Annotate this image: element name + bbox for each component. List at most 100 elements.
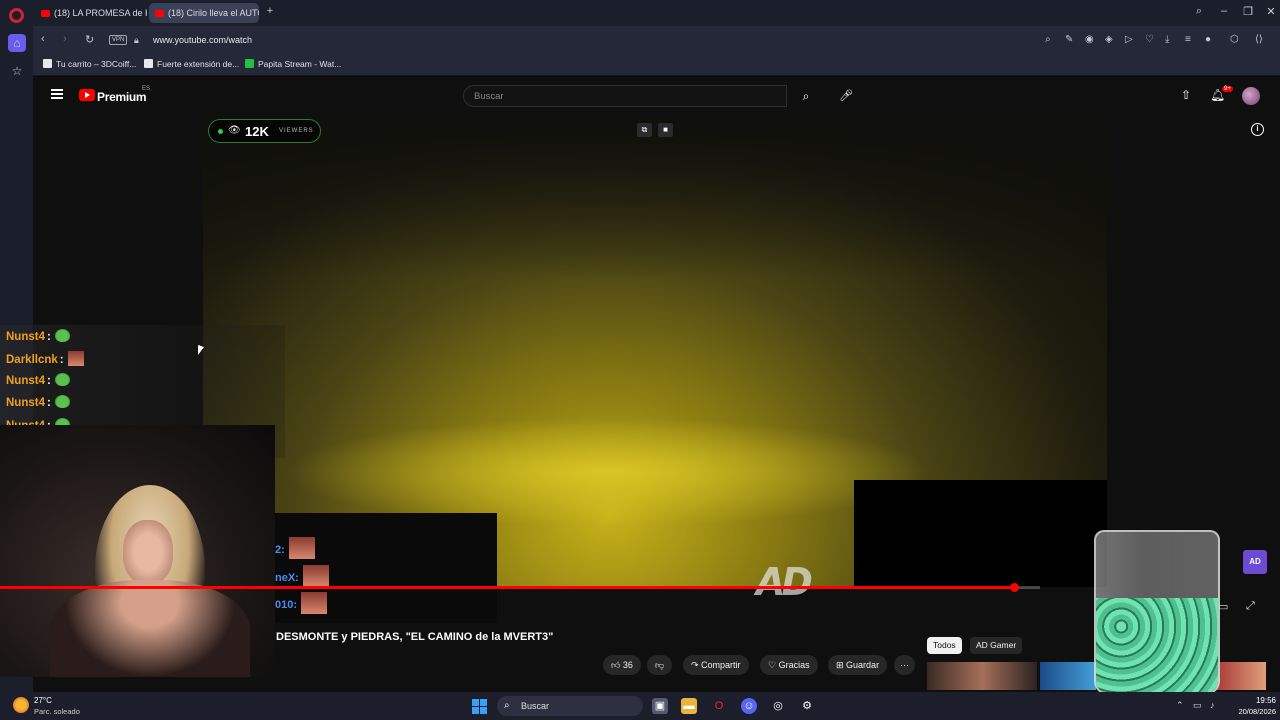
frog-emote-icon: [54, 373, 70, 386]
video-headlight-glow: [283, 417, 933, 527]
weather-sun-icon[interactable]: [13, 697, 29, 713]
search-icon[interactable]: ⌕: [793, 85, 819, 107]
overlay-black-box: [854, 480, 1107, 587]
shield-icon[interactable]: ◈: [1105, 34, 1113, 45]
progress-fill: [0, 586, 1014, 589]
hamburger-menu-icon[interactable]: [51, 89, 63, 99]
progress-bar[interactable]: [0, 583, 1040, 592]
opera-logo-icon[interactable]: [9, 8, 24, 23]
chat-username: Nunst4: [6, 375, 45, 387]
related-video-thumbnail[interactable]: [927, 662, 1037, 690]
tab-2-active[interactable]: (18) Cirilo lleva el AUTO: [149, 3, 259, 23]
taskbar-search[interactable]: Buscar: [497, 696, 643, 716]
miniplayer-icon[interactable]: ⧉: [637, 123, 652, 137]
chat-username: Nunst4: [6, 331, 45, 343]
chip-all[interactable]: Todos: [927, 637, 962, 654]
info-icon[interactable]: i: [1251, 123, 1264, 136]
streamer-face: [123, 520, 173, 585]
channel-badge[interactable]: AD: [1243, 550, 1267, 574]
thanks-button[interactable]: ♡ Gracias: [760, 655, 818, 675]
chat-message: Nunst4:: [6, 373, 70, 387]
avatar[interactable]: [1242, 87, 1260, 105]
tray-chevron-icon[interactable]: ⌃: [1176, 700, 1184, 711]
volume-icon[interactable]: ♪: [1210, 700, 1215, 710]
country-code: ES: [142, 86, 151, 92]
clock-date[interactable]: 20/08/2026: [1226, 707, 1276, 716]
secondary-chat-message: 010:: [275, 592, 328, 614]
share-button[interactable]: ↷ Compartir: [683, 655, 749, 675]
bookmark-3[interactable]: Papita Stream - Wat...: [245, 59, 341, 69]
chat-username: Nunst4: [6, 397, 45, 409]
save-button[interactable]: ⊞ Guardar: [828, 655, 888, 675]
viewers-counter: 👁︎ 12K VIEWERS: [208, 119, 321, 143]
back-icon[interactable]: ‹: [41, 33, 45, 45]
chat-message: Nunst4:: [6, 395, 70, 409]
youtube-header: Premium ES Buscar ⌕ 🎤︎ ⇧ 🔔︎ 9+: [33, 77, 1280, 115]
chat-username: Darkllcnk: [6, 354, 58, 366]
video-title: DESMONTE y PIEDRAS, "EL CAMINO de la MVE…: [276, 631, 554, 643]
secondary-chat-message: neX:: [275, 565, 329, 587]
file-explorer-icon[interactable]: ▬: [681, 698, 697, 714]
chrome-icon[interactable]: ◎: [770, 698, 786, 714]
extensions-icon[interactable]: ⬡: [1230, 34, 1239, 45]
youtube-logo-icon[interactable]: [79, 89, 95, 101]
home-icon[interactable]: ⌂: [8, 34, 26, 52]
opera-taskbar-icon[interactable]: O: [711, 698, 727, 714]
profile-icon[interactable]: ●: [1205, 34, 1211, 45]
camera-overlay-icon[interactable]: ■: [658, 123, 673, 137]
like-button[interactable]: 👍︎ 36: [603, 655, 641, 675]
viewers-count: 12K: [245, 124, 269, 139]
tab-bar: (18) LA PROMESA de King (18) Cirilo llev…: [33, 0, 1280, 26]
weather-description[interactable]: Parc. soleado: [34, 707, 80, 716]
related-video-thumbnail[interactable]: [1040, 662, 1096, 690]
weather-temperature[interactable]: 27°C: [34, 696, 52, 705]
jar-clovers: [1096, 598, 1218, 693]
mic-icon[interactable]: 🎤︎: [835, 85, 857, 107]
star-icon[interactable]: ☆: [8, 62, 26, 80]
url-field[interactable]: www.youtube.com/watch: [153, 35, 252, 45]
bookmark-1[interactable]: Tu carrito – 3DCoiff...: [43, 59, 136, 69]
download-icon[interactable]: ⤓: [1165, 34, 1169, 45]
lock-icon[interactable]: 🔒︎: [134, 35, 139, 46]
youtube-favicon-icon: [155, 10, 164, 17]
notification-badge: 9+: [1222, 86, 1233, 92]
discord-icon[interactable]: ☺: [741, 698, 757, 714]
ai-icon[interactable]: ⟨⟩: [1255, 34, 1263, 45]
camera-icon[interactable]: ◉: [1085, 34, 1094, 45]
play-icon[interactable]: ▷: [1125, 34, 1133, 45]
search-page-icon[interactable]: ⌕: [1045, 34, 1051, 45]
task-view-icon[interactable]: ▣: [652, 698, 668, 714]
youtube-premium-label[interactable]: Premium: [97, 90, 147, 104]
network-icon[interactable]: ▭: [1193, 700, 1202, 711]
chip-channel[interactable]: AD Gamer: [970, 637, 1023, 654]
minimize-icon[interactable]: –: [1216, 5, 1232, 17]
bookmark-favicon-icon: [144, 59, 153, 68]
settings-gear-icon[interactable]: ⚙: [799, 698, 815, 714]
heart-icon[interactable]: ♡: [1145, 34, 1154, 45]
search-input[interactable]: Buscar: [463, 85, 787, 107]
clock-time[interactable]: 19:56: [1240, 696, 1276, 705]
progress-knob[interactable]: [1010, 583, 1019, 592]
related-video-thumbnail[interactable]: [1216, 662, 1266, 690]
restore-icon[interactable]: ❐: [1240, 5, 1256, 18]
tab-1[interactable]: (18) LA PROMESA de King: [35, 3, 147, 23]
dislike-button[interactable]: 👎︎: [647, 655, 673, 675]
fullscreen-icon[interactable]: ⤢: [1246, 600, 1255, 613]
live-dot-icon: [218, 129, 223, 134]
reload-icon[interactable]: ↻: [85, 33, 94, 46]
frog-emote-icon: [54, 329, 70, 342]
edit-icon[interactable]: ✎: [1065, 34, 1073, 45]
menu-icon[interactable]: ≡: [1185, 34, 1191, 45]
secondary-chat-username: neX:: [275, 572, 299, 584]
more-actions-icon[interactable]: ⋯: [894, 655, 915, 675]
new-tab-icon[interactable]: +: [262, 5, 278, 17]
search-tabs-icon[interactable]: ⌕: [1191, 5, 1207, 18]
windows-start-icon[interactable]: [472, 699, 487, 714]
bookmark-2[interactable]: Fuerte extensión de...: [144, 59, 239, 69]
vpn-badge[interactable]: VPN: [109, 35, 128, 45]
upload-icon[interactable]: ⇧: [1181, 88, 1191, 102]
close-window-icon[interactable]: ✕: [1263, 5, 1279, 18]
forward-icon[interactable]: ›: [63, 33, 67, 45]
like-count: 36: [622, 660, 633, 670]
eye-icon: 👁︎: [228, 125, 241, 136]
